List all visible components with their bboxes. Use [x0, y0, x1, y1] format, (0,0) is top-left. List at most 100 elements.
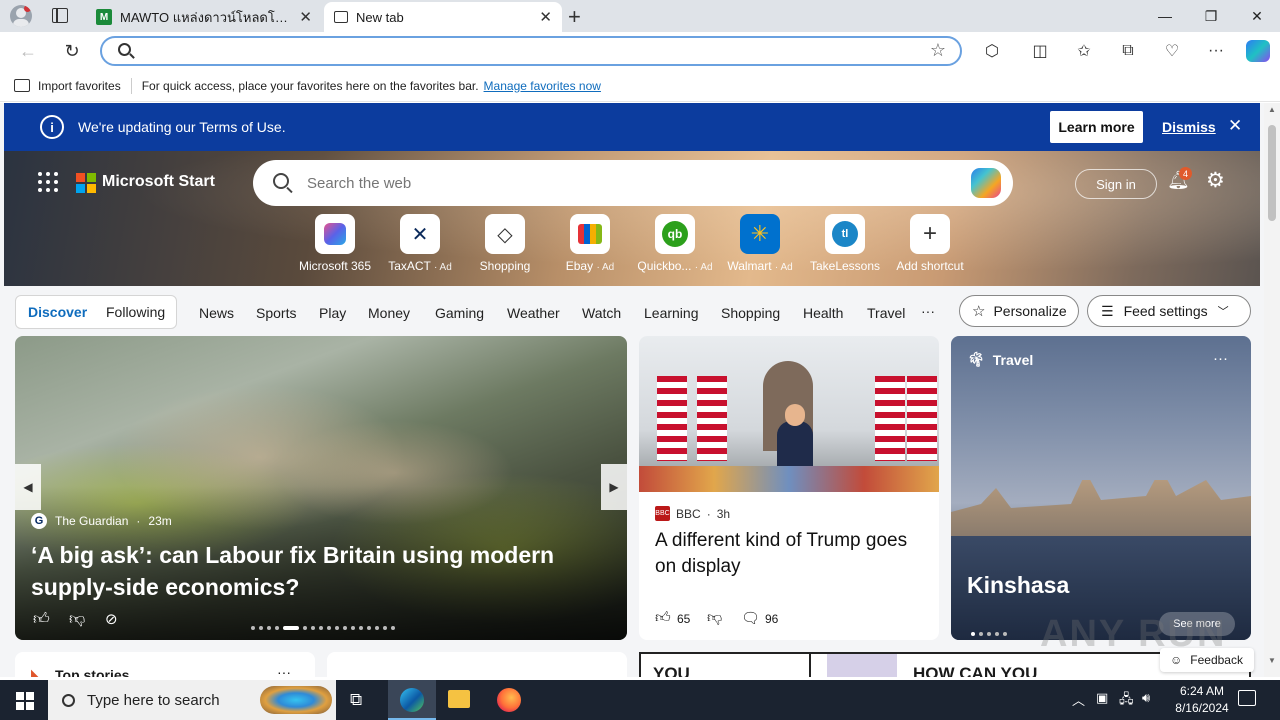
card-more-options-icon[interactable]: ···	[1213, 350, 1228, 367]
tab-new-tab[interactable]: New tab ✕	[324, 2, 562, 32]
brand-title[interactable]: Microsoft Start	[102, 173, 215, 191]
scroll-down-arrow-icon[interactable]: ▼	[1268, 656, 1276, 665]
clock-time[interactable]: 6:24 AM	[1172, 684, 1232, 698]
browser-essentials-icon[interactable]: ♡	[1160, 40, 1184, 62]
taskbar-search-box[interactable]: Type here to search	[48, 680, 336, 720]
thumbs-up-icon[interactable]: 👍︎	[655, 609, 671, 627]
nav-learning[interactable]: Learning	[644, 305, 699, 321]
close-tab-icon[interactable]: ✕	[539, 8, 552, 26]
card-more-options-icon[interactable]: ···	[277, 664, 291, 677]
firefox-icon[interactable]	[497, 688, 521, 712]
story-card-placeholder[interactable]	[327, 652, 627, 677]
nav-more-button[interactable]: ···	[921, 303, 935, 319]
carousel-prev-button[interactable]: ◀	[15, 464, 41, 510]
close-window-icon[interactable]: ✕	[1234, 0, 1280, 32]
address-toolbar: ← ↻ ☆ ⬡ ◫ ✩ ⧉ ♡ ···	[0, 32, 1280, 70]
collections-icon[interactable]: ⧉	[1116, 40, 1140, 62]
quickbooks-icon: qb	[655, 214, 695, 254]
tab-actions-icon[interactable]	[52, 8, 68, 23]
manage-favorites-link[interactable]: Manage favorites now	[484, 79, 601, 93]
main-headline[interactable]: ‘A big ask’: can Labour fix Britain usin…	[31, 539, 591, 603]
favorite-star-icon[interactable]: ☆	[930, 40, 946, 61]
settings-gear-icon[interactable]: ⚙	[1206, 168, 1225, 193]
profile-avatar-icon[interactable]	[10, 5, 32, 27]
quick-link-add-shortcut[interactable]: + Add shortcut	[890, 214, 970, 273]
nav-sports[interactable]: Sports	[256, 305, 296, 321]
import-favorites-button[interactable]: Import favorites	[38, 79, 121, 93]
scroll-up-arrow-icon[interactable]: ▲	[1268, 105, 1276, 114]
import-favorites-icon[interactable]	[14, 79, 30, 92]
travel-card[interactable]: 🌴︎ Travel ··· Kinshasa See more	[951, 336, 1251, 640]
nav-weather[interactable]: Weather	[507, 305, 560, 321]
microsoft-logo-icon	[76, 173, 96, 193]
feedback-person-icon: ☺	[1170, 653, 1183, 667]
nav-money[interactable]: Money	[368, 305, 410, 321]
quick-link-taxact[interactable]: ✕ TaxACT · Ad	[380, 214, 460, 273]
extensions-icon[interactable]: ⬡	[980, 40, 1004, 62]
dismiss-link[interactable]: Dismiss	[1162, 119, 1216, 135]
tab-discover[interactable]: Discover	[28, 304, 87, 320]
personalize-button[interactable]: ☆ Personalize	[959, 295, 1079, 327]
nav-travel[interactable]: Travel	[867, 305, 905, 321]
copilot-icon[interactable]	[1246, 40, 1270, 62]
thumbs-down-icon[interactable]: 👎︎	[707, 609, 722, 627]
vertical-scrollbar[interactable]: ▲ ▼	[1264, 103, 1280, 677]
file-explorer-icon[interactable]	[448, 690, 470, 708]
tab-following[interactable]: Following	[106, 304, 165, 320]
second-headline[interactable]: A different kind of Trump goes on displa…	[655, 528, 923, 580]
quick-link-shopping[interactable]: ◇ Shopping	[465, 214, 545, 273]
travel-city[interactable]: Kinshasa	[967, 572, 1069, 599]
network-icon[interactable]: 🖧︎	[1119, 690, 1134, 712]
scroll-thumb[interactable]	[1268, 125, 1276, 221]
back-arrow-icon[interactable]: ←	[16, 40, 40, 62]
web-search-box[interactable]	[253, 160, 1013, 206]
takelessons-icon: tl	[825, 214, 865, 254]
nav-shopping[interactable]: Shopping	[721, 305, 780, 321]
new-tab-plus-icon[interactable]: +	[568, 4, 581, 30]
edge-taskbar-icon[interactable]	[388, 680, 436, 720]
close-banner-icon[interactable]: ✕	[1228, 116, 1242, 136]
sign-in-button[interactable]: Sign in	[1075, 169, 1157, 199]
copilot-icon[interactable]	[971, 168, 1001, 198]
second-story-card[interactable]: BBC BBC · 3h A different kind of Trump g…	[639, 336, 939, 640]
refresh-icon[interactable]: ↻	[60, 40, 84, 62]
quick-link-ebay[interactable]: Ebay · Ad	[550, 214, 630, 273]
clock-date[interactable]: 8/16/2024	[1168, 701, 1236, 715]
apps-grid-icon[interactable]	[38, 172, 58, 192]
walmart-icon: ✳	[740, 214, 780, 254]
windows-start-icon[interactable]	[16, 692, 34, 710]
quick-link-walmart[interactable]: ✳ Walmart · Ad	[720, 214, 800, 273]
more-menu-icon[interactable]: ···	[1204, 40, 1228, 62]
nav-gaming[interactable]: Gaming	[435, 305, 484, 321]
thumbs-up-icon[interactable]: 👍︎	[33, 610, 50, 629]
feedback-button[interactable]: ☺ Feedback	[1160, 648, 1254, 672]
hide-story-icon[interactable]: ⊘	[105, 610, 118, 628]
minimize-icon[interactable]: —	[1142, 0, 1188, 32]
quick-link-takelessons[interactable]: tl TakeLessons	[805, 214, 885, 273]
tab-mawto[interactable]: M MAWTO แหล่งดาวน์โหลดโปรแกรมฟรี ✕	[86, 2, 322, 32]
carousel-next-button[interactable]: ▶	[601, 464, 627, 510]
address-input[interactable]: ☆	[100, 36, 962, 66]
nav-news[interactable]: News	[199, 305, 234, 321]
comment-icon[interactable]: 🗨︎	[741, 609, 760, 627]
quick-link-microsoft-365[interactable]: Microsoft 365	[295, 214, 375, 273]
nav-watch[interactable]: Watch	[582, 305, 621, 321]
favorites-icon[interactable]: ✩	[1072, 40, 1096, 62]
split-screen-icon[interactable]: ◫	[1028, 40, 1052, 62]
task-view-icon[interactable]: ⧉	[350, 690, 362, 710]
nav-play[interactable]: Play	[319, 305, 346, 321]
main-story-card[interactable]: ◀ ▶ G The Guardian · 23m ‘A big ask’: ca…	[15, 336, 627, 640]
learn-more-button[interactable]: Learn more	[1050, 111, 1143, 143]
close-tab-icon[interactable]: ✕	[299, 8, 312, 26]
thumbs-down-icon[interactable]: 👎︎	[69, 610, 85, 629]
restore-icon[interactable]: ❐	[1188, 0, 1234, 32]
tray-device-icon[interactable]: ▣	[1096, 690, 1108, 706]
nav-health[interactable]: Health	[803, 305, 843, 321]
volume-icon[interactable]: 🔊︎	[1142, 690, 1150, 706]
quick-link-quickbooks[interactable]: qb Quickbo... · Ad	[635, 214, 715, 273]
tray-chevron-up-icon[interactable]: ︿	[1072, 690, 1085, 709]
web-search-input[interactable]	[307, 172, 947, 194]
feed-settings-button[interactable]: ☰ Feed settings ﹀	[1087, 295, 1251, 327]
address-field[interactable]	[142, 41, 922, 61]
notification-center-icon[interactable]	[1238, 690, 1256, 706]
